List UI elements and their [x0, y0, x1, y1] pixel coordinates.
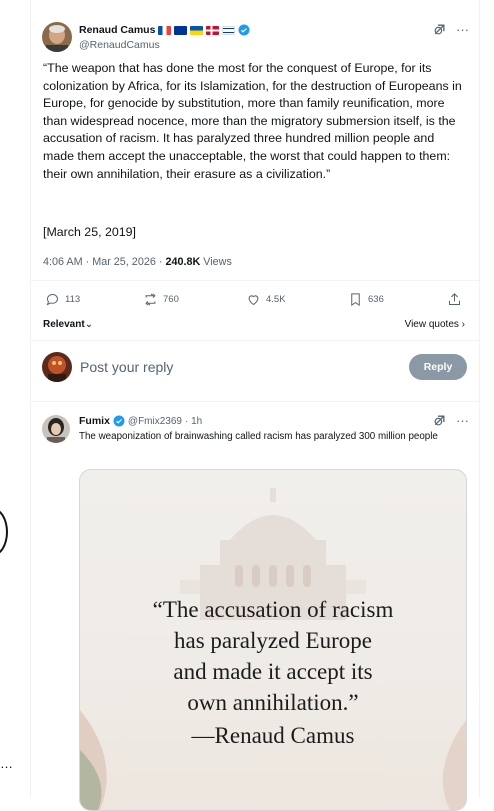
- reply-avatar[interactable]: [42, 415, 70, 443]
- verified-icon: [113, 415, 125, 427]
- user-avatar[interactable]: [42, 352, 72, 382]
- divider: [31, 340, 479, 341]
- flag-israel-icon: [222, 25, 236, 35]
- tweet-meta: 4:06 AM · Mar 25, 2026 · 240.8K Views: [43, 256, 232, 268]
- flag-eu-icon: [174, 25, 188, 35]
- sort-dropdown[interactable]: Relevant⌄: [43, 319, 93, 330]
- more-icon[interactable]: …: [0, 756, 14, 771]
- tweet-date-note: [March 25, 2019]: [43, 225, 136, 239]
- reply-header-actions: ···: [433, 413, 469, 428]
- repost-action[interactable]: 760: [143, 292, 179, 307]
- header-actions: ···: [433, 22, 469, 37]
- reply-action[interactable]: 113: [45, 292, 80, 307]
- action-bar: 113 760 4.5K 636: [43, 292, 465, 312]
- quote-attribution: —Renaud Camus: [191, 723, 355, 748]
- author-name-text[interactable]: Renaud Camus: [79, 24, 155, 36]
- sort-label: Relevant: [43, 319, 85, 330]
- flag-france-icon: [158, 25, 172, 35]
- author-name[interactable]: Renaud Camus: [79, 24, 250, 36]
- flag-denmark-icon: [206, 25, 220, 35]
- author-handle[interactable]: @RenaudCamus: [79, 39, 160, 51]
- tweet-timestamp[interactable]: 4:06 AM · Mar 25, 2026 ·: [43, 256, 165, 268]
- bookmark-icon: [351, 293, 360, 307]
- reply-input[interactable]: Post your reply: [80, 359, 173, 375]
- reply-image[interactable]: “The accusation of racism has paralyzed …: [79, 469, 467, 811]
- share-action[interactable]: [447, 292, 462, 307]
- views-count: 240.8K: [165, 256, 201, 268]
- repost-count: 760: [163, 294, 179, 305]
- like-count: 4.5K: [266, 294, 286, 305]
- divider: [31, 280, 479, 281]
- quote-line: has paralyzed Europe: [174, 628, 372, 653]
- grok-icon[interactable]: [433, 23, 446, 36]
- partial-circle-outline: [0, 508, 8, 556]
- tweet-column: Renaud Camus @RenaudCamus ··· “The weapo…: [30, 0, 480, 811]
- flag-ukraine-icon: [190, 25, 204, 35]
- quote-line: “The accusation of racism: [152, 597, 394, 622]
- grok-icon[interactable]: [433, 414, 446, 427]
- reply-icon: [46, 294, 58, 306]
- more-icon[interactable]: ···: [456, 22, 469, 37]
- share-icon: [449, 293, 460, 305]
- divider: [31, 401, 479, 402]
- tweet-text: “The weapon that has done the most for t…: [43, 61, 462, 181]
- quote-line: own annihilation.”: [187, 690, 359, 715]
- like-action[interactable]: 4.5K: [246, 292, 286, 307]
- reply-button[interactable]: Reply: [409, 354, 467, 380]
- repost-icon: [145, 293, 156, 306]
- chevron-right-icon: ›: [458, 319, 465, 330]
- left-column-fragment: …: [0, 0, 30, 798]
- chevron-down-icon: ⌄: [84, 319, 94, 330]
- view-quotes-link[interactable]: View quotes ›: [405, 319, 465, 330]
- reply-handle[interactable]: @Fmix2369: [128, 416, 182, 427]
- reply-author[interactable]: Fumix @Fmix2369 · 1h: [79, 415, 202, 427]
- views-label: Views: [200, 256, 232, 268]
- bookmark-action[interactable]: 636: [348, 292, 384, 307]
- reply-text: The weaponization of brainwashing called…: [79, 431, 438, 442]
- avatar[interactable]: [42, 22, 72, 52]
- view-quotes-label: View quotes: [404, 319, 459, 330]
- more-icon[interactable]: ···: [456, 413, 469, 428]
- quote-line: and made it accept its: [173, 659, 373, 684]
- reply-author-name[interactable]: Fumix: [79, 415, 110, 427]
- reply-time[interactable]: · 1h: [185, 416, 202, 427]
- reply-count: 113: [65, 294, 81, 305]
- like-icon: [248, 295, 259, 306]
- bookmark-count: 636: [368, 294, 384, 305]
- verified-icon: [238, 24, 250, 36]
